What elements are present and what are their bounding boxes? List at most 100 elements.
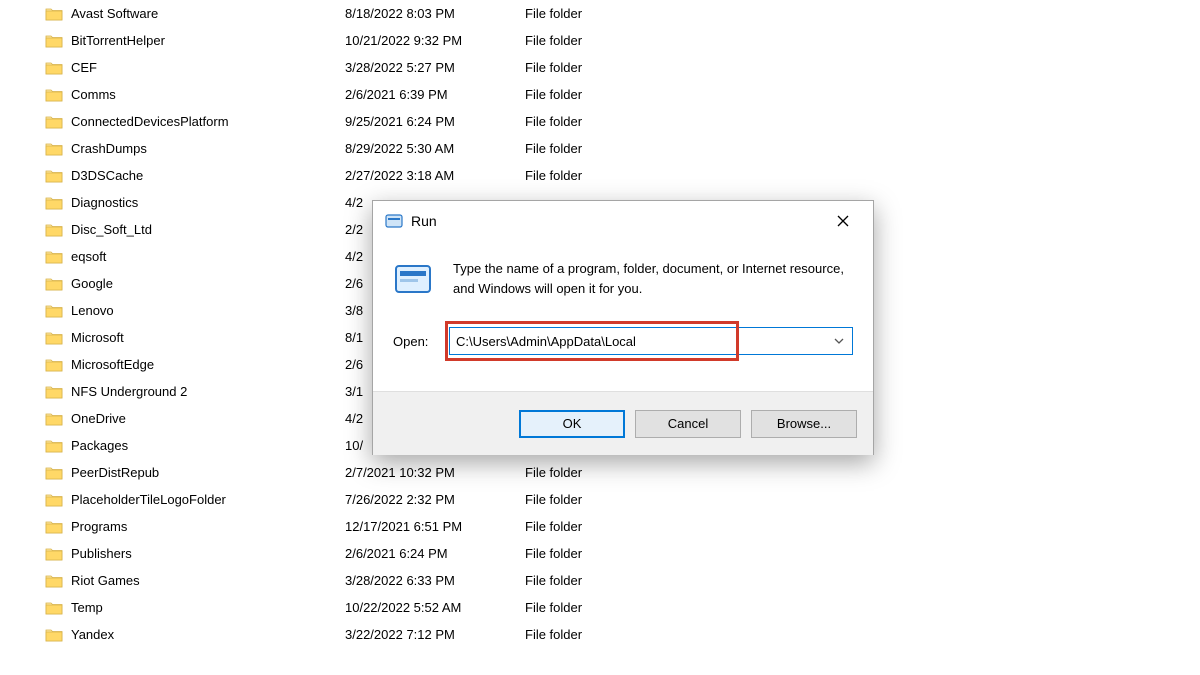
chevron-down-icon [834, 338, 844, 344]
run-button-bar: OK Cancel Browse... [373, 391, 873, 455]
file-name: Yandex [71, 627, 114, 642]
folder-icon [45, 142, 63, 156]
file-date: 10/21/2022 9:32 PM [345, 33, 525, 48]
folder-icon [45, 628, 63, 642]
file-name: Comms [71, 87, 116, 102]
folder-icon [45, 277, 63, 291]
file-name: Temp [71, 600, 103, 615]
folder-icon [45, 7, 63, 21]
file-date: 3/28/2022 6:33 PM [345, 573, 525, 588]
file-row[interactable]: PlaceholderTileLogoFolder 7/26/2022 2:32 … [45, 486, 1200, 513]
file-row[interactable]: BitTorrentHelper 10/21/2022 9:32 PMFile f… [45, 27, 1200, 54]
file-row[interactable]: ConnectedDevicesPlatform 9/25/2021 6:24 P… [45, 108, 1200, 135]
file-name: MicrosoftEdge [71, 357, 154, 372]
file-type: File folder [525, 168, 645, 183]
run-dialog: Run Type the name of a program, folder, … [372, 200, 874, 455]
file-type: File folder [525, 546, 645, 561]
folder-icon [45, 574, 63, 588]
folder-icon [45, 520, 63, 534]
folder-icon [45, 547, 63, 561]
close-icon [837, 215, 849, 227]
run-app-icon [385, 212, 403, 230]
file-type: File folder [525, 573, 645, 588]
folder-icon [45, 115, 63, 129]
close-button[interactable] [821, 206, 865, 236]
file-name: Packages [71, 438, 128, 453]
file-date: 10/22/2022 5:52 AM [345, 600, 525, 615]
run-large-icon [393, 259, 433, 299]
folder-icon [45, 88, 63, 102]
file-name: Diagnostics [71, 195, 138, 210]
file-name: PlaceholderTileLogoFolder [71, 492, 226, 507]
folder-icon [45, 331, 63, 345]
run-instruction: Type the name of a program, folder, docu… [453, 259, 853, 299]
folder-icon [45, 439, 63, 453]
folder-icon [45, 412, 63, 426]
file-name: NFS Underground 2 [71, 384, 187, 399]
file-date: 9/25/2021 6:24 PM [345, 114, 525, 129]
file-name: Disc_Soft_Ltd [71, 222, 152, 237]
file-name: CrashDumps [71, 141, 147, 156]
file-type: File folder [525, 519, 645, 534]
file-name: CEF [71, 60, 97, 75]
open-label: Open: [393, 334, 449, 349]
file-name: eqsoft [71, 249, 106, 264]
file-date: 7/26/2022 2:32 PM [345, 492, 525, 507]
file-date: 2/27/2022 3:18 AM [345, 168, 525, 183]
file-row[interactable]: Publishers 2/6/2021 6:24 PMFile folder [45, 540, 1200, 567]
file-type: File folder [525, 114, 645, 129]
folder-icon [45, 61, 63, 75]
folder-icon [45, 250, 63, 264]
file-name: BitTorrentHelper [71, 33, 165, 48]
file-row[interactable]: Riot Games 3/28/2022 6:33 PMFile folder [45, 567, 1200, 594]
file-name: OneDrive [71, 411, 126, 426]
file-name: PeerDistRepub [71, 465, 159, 480]
file-type: File folder [525, 60, 645, 75]
file-date: 2/6/2021 6:39 PM [345, 87, 525, 102]
folder-icon [45, 358, 63, 372]
file-name: ConnectedDevicesPlatform [71, 114, 229, 129]
run-title-bar[interactable]: Run [373, 201, 873, 241]
file-type: File folder [525, 627, 645, 642]
open-input[interactable] [449, 327, 853, 355]
file-row[interactable]: Yandex 3/22/2022 7:12 PMFile folder [45, 621, 1200, 648]
file-date: 8/18/2022 8:03 PM [345, 6, 525, 21]
file-row[interactable]: PeerDistRepub 2/7/2021 10:32 PMFile folde… [45, 459, 1200, 486]
file-row[interactable]: CrashDumps 8/29/2022 5:30 AMFile folder [45, 135, 1200, 162]
file-type: File folder [525, 6, 645, 21]
folder-icon [45, 196, 63, 210]
dropdown-button[interactable] [831, 333, 847, 349]
cancel-button[interactable]: Cancel [635, 410, 741, 438]
file-type: File folder [525, 492, 645, 507]
folder-icon [45, 304, 63, 318]
file-date: 2/6/2021 6:24 PM [345, 546, 525, 561]
browse-button[interactable]: Browse... [751, 410, 857, 438]
file-name: Publishers [71, 546, 132, 561]
file-name: Avast Software [71, 6, 158, 21]
file-name: Programs [71, 519, 127, 534]
folder-icon [45, 493, 63, 507]
folder-icon [45, 466, 63, 480]
file-date: 2/7/2021 10:32 PM [345, 465, 525, 480]
file-name: Google [71, 276, 113, 291]
file-row[interactable]: Comms 2/6/2021 6:39 PMFile folder [45, 81, 1200, 108]
file-row[interactable]: CEF 3/28/2022 5:27 PMFile folder [45, 54, 1200, 81]
file-date: 3/28/2022 5:27 PM [345, 60, 525, 75]
file-date: 8/29/2022 5:30 AM [345, 141, 525, 156]
ok-button[interactable]: OK [519, 410, 625, 438]
folder-icon [45, 169, 63, 183]
run-title: Run [411, 213, 821, 229]
file-row[interactable]: Avast Software 8/18/2022 8:03 PMFile fold… [45, 0, 1200, 27]
file-date: 3/22/2022 7:12 PM [345, 627, 525, 642]
file-row[interactable]: D3DSCache 2/27/2022 3:18 AMFile folder [45, 162, 1200, 189]
file-type: File folder [525, 465, 645, 480]
folder-icon [45, 34, 63, 48]
file-row[interactable]: Temp10/22/2022 5:52 AMFile folder [45, 594, 1200, 621]
file-type: File folder [525, 33, 645, 48]
file-name: Riot Games [71, 573, 140, 588]
file-row[interactable]: Programs12/17/2021 6:51 PMFile folder [45, 513, 1200, 540]
file-type: File folder [525, 87, 645, 102]
run-body: Type the name of a program, folder, docu… [373, 241, 873, 391]
file-name: D3DSCache [71, 168, 143, 183]
file-type: File folder [525, 141, 645, 156]
